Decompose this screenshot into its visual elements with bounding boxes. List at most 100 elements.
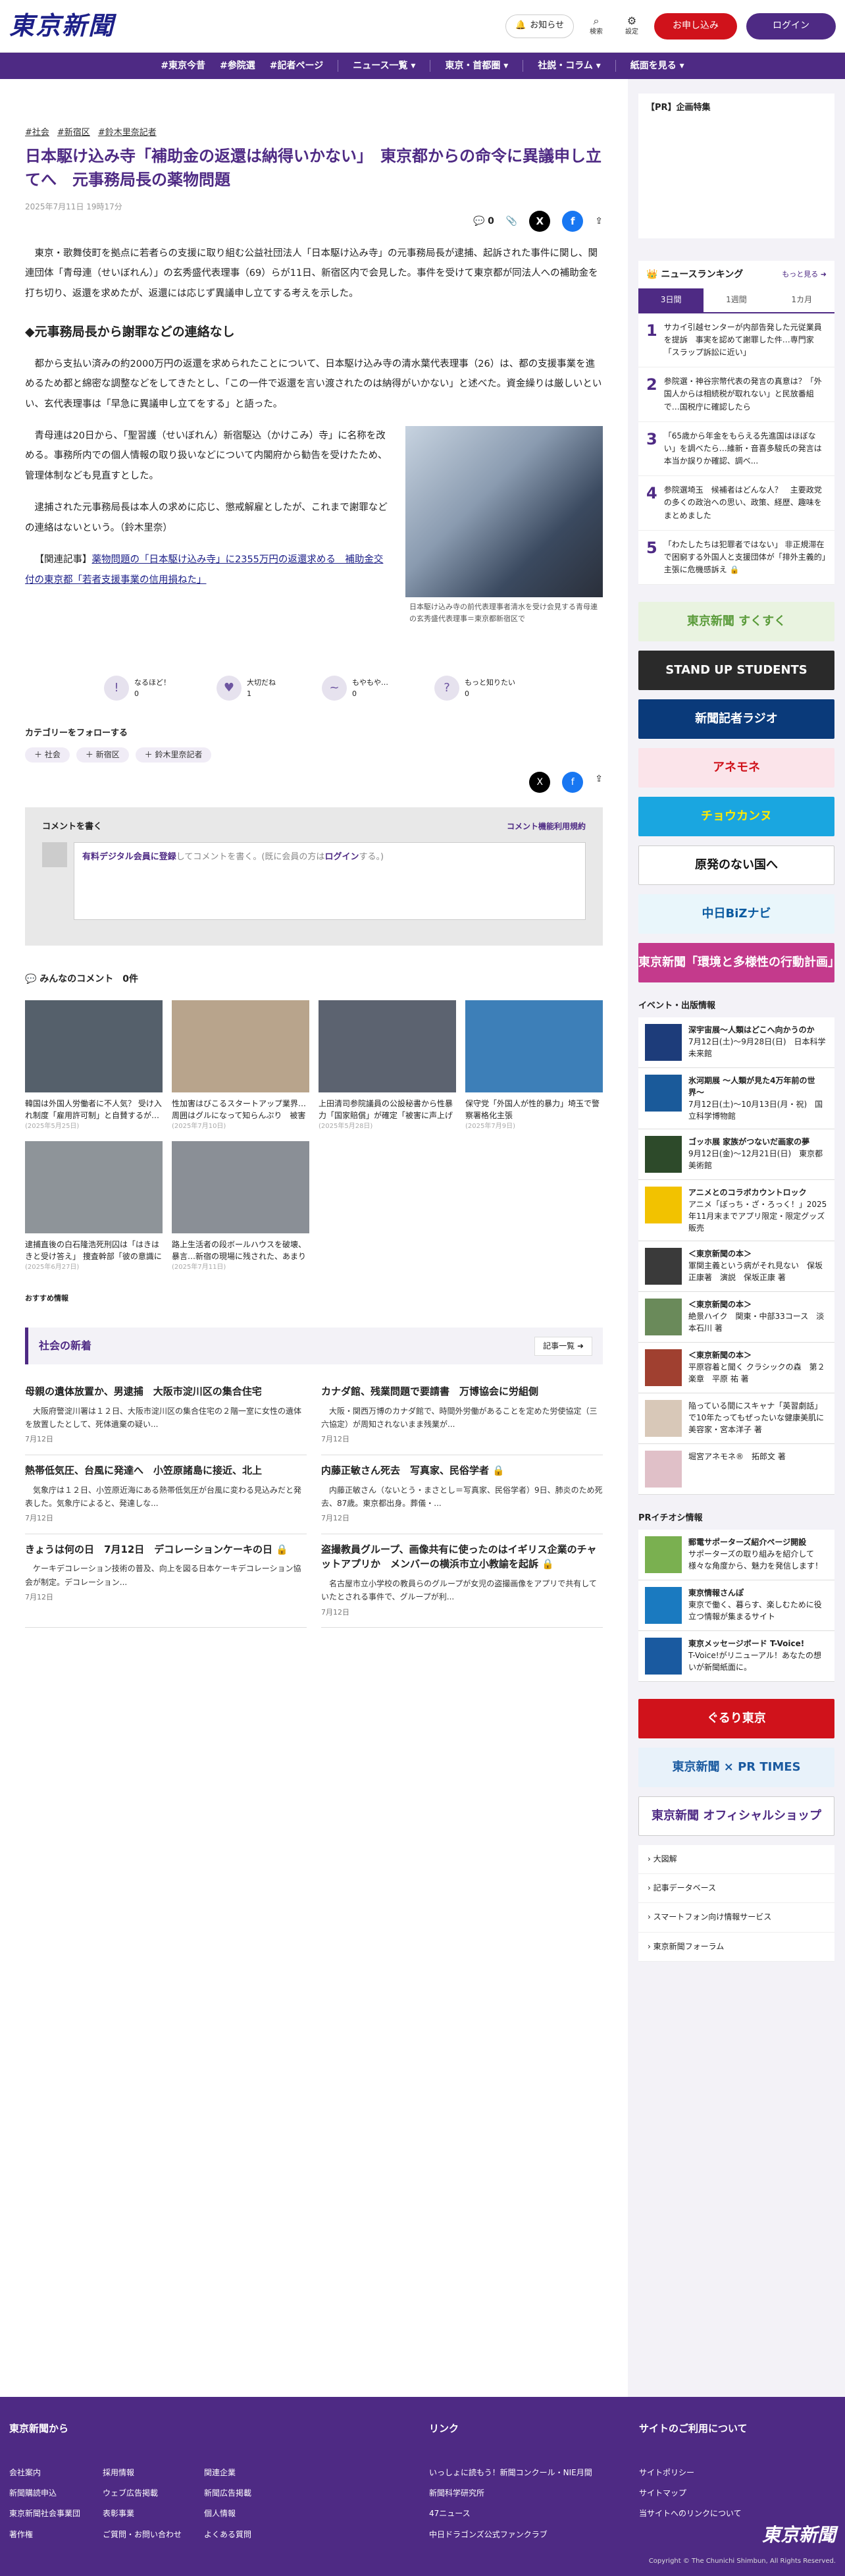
footer-link[interactable]: いっしょに読もう！新聞コンクール・NIE月間 <box>429 2463 592 2483</box>
comment-card[interactable]: 保守党「外国人が性的暴力」埼玉で警察署格化主張 (2025年7月9日) <box>465 1000 603 1132</box>
footer-link[interactable]: 中日ドラゴンズ公式ファンクラブ <box>429 2525 592 2545</box>
footer-logo[interactable]: 東京新聞 <box>639 2521 836 2550</box>
comment-card[interactable]: 上田清司参院議員の公設秘書から性暴力「国家賠償」が確定「被害に声上げることがため… <box>319 1000 456 1132</box>
event-item[interactable]: ＜東京新聞の本＞ 軍関主義という病がそれ見ない 保坂正康著 演説 保坂正康 著 <box>638 1241 834 1293</box>
banner[interactable]: ぐるり東京 <box>638 1698 834 1738</box>
sidebar-link[interactable]: › 記事データベース <box>638 1874 834 1904</box>
footer-link[interactable]: 著作権 <box>9 2525 80 2545</box>
event-item[interactable]: 堀宮アネモネ® 拓郎文 著 <box>638 1444 834 1495</box>
news-item[interactable]: 熱帯低気圧、台風に発達へ 小笠原諸島に接近、北上 気象庁は１２日、小笠原近海にあ… <box>25 1455 307 1534</box>
nav-item[interactable]: 紙面を見る ▾ <box>630 59 684 73</box>
banner[interactable]: 東京新聞 オフィシャルショップ <box>638 1796 834 1836</box>
nav-item[interactable]: #参院選 <box>220 59 255 73</box>
event-item[interactable]: 東京情報さんぽ 東京で働く、暮らす、楽しむために役立つ情報が集まるサイト <box>638 1580 834 1631</box>
event-item[interactable]: ＜東京新聞の本＞ 絶景ハイク 関東・中部33コース 淡本石川 著 <box>638 1292 834 1343</box>
footer-link[interactable]: 47ニュース <box>429 2504 592 2524</box>
banner[interactable]: 中日BiZナビ <box>638 894 834 934</box>
settings-button[interactable]: ⚙ 設定 <box>619 14 645 38</box>
login-button[interactable]: ログイン <box>746 13 836 40</box>
subscribe-button[interactable]: お申し込み <box>654 13 737 40</box>
follow-chip[interactable]: ＋ 新宿区 <box>76 747 129 763</box>
event-item[interactable]: 東京メッセージボード T-Voice! T-Voice!がリニューアル！あなたの想… <box>638 1630 834 1682</box>
reaction-item[interactable]: ! なるほど！ 0 <box>104 676 170 701</box>
comment-textarea[interactable]: 有料デジタル会員に登録してコメントを書く。(既に会員の方はログインする。) <box>74 842 586 920</box>
sidebar-link[interactable]: › スマートフォン向け情報サービス <box>638 1903 834 1933</box>
footer-link[interactable]: 表彰事業 <box>103 2504 182 2524</box>
banner[interactable]: アネモネ <box>638 748 834 788</box>
tag-link[interactable]: #社会 <box>25 126 49 140</box>
footer-link[interactable]: 関連企業 <box>204 2463 251 2483</box>
banner[interactable]: 原発のない国へ <box>638 845 834 886</box>
reaction-item[interactable]: ~ もやもや… 0 <box>322 676 388 701</box>
tag-link[interactable]: #新宿区 <box>57 126 90 140</box>
event-item[interactable]: ＜東京新聞の本＞ 平原容着と聞く クラシックの森 第２楽章 平原 祐 著 <box>638 1343 834 1394</box>
follow-chip[interactable]: ＋ 社会 <box>25 747 70 763</box>
site-logo[interactable]: 東京新聞 <box>9 6 115 46</box>
news-item[interactable]: きょうは何の日 7月12日 デコレーションケーキの日 🔒 ケーキデコレーション技術… <box>25 1534 307 1628</box>
footer-link[interactable]: 当サイトへのリンクについて <box>639 2504 742 2524</box>
share-icon[interactable]: ⇪ <box>595 214 603 228</box>
event-item[interactable]: 陥っている間にスキャナ「英習劇話」で10年たってもぜったいな健康美肌に 美容家・… <box>638 1393 834 1445</box>
share-icon[interactable]: ⇪ <box>595 772 603 793</box>
facebook-share-icon[interactable]: f <box>562 210 584 232</box>
footer-link[interactable]: 個人情報 <box>204 2504 251 2524</box>
ranking-item[interactable]: 5 「わたしたちは犯罪者ではない」 非正規滞在で困窮する外国人と支援団体が「排外主… <box>638 531 834 585</box>
comment-rules-link[interactable]: コメント機能利用規約 <box>507 820 586 834</box>
comment-card[interactable]: 逮捕直後の白石隆浩死刑囚は「はきはきと受け答え」 捜査幹部「彼の意識に未練が…よ… <box>25 1140 163 1273</box>
ranking-item[interactable]: 2 参院選・神谷宗幣代表の発言の真意は？「外国人からは相続税が取れない」と民放番組… <box>638 367 834 422</box>
footer-link[interactable]: よくある質問 <box>204 2525 251 2545</box>
banner[interactable]: 東京新聞 すくすく <box>638 602 834 642</box>
banner[interactable]: STAND UP STUDENTS <box>638 651 834 691</box>
search-button[interactable]: ⌕ 検索 <box>583 14 609 38</box>
news-item[interactable]: カナダ館、残業問題で要請書 万博協会に労組側 大阪・関西万博のカナダ館で、時間外… <box>321 1376 603 1456</box>
comment-card[interactable]: 路上生活者の段ボールハウスを破壊、暴言…新宿の現場に残された、あまりの非道と「や… <box>172 1140 309 1273</box>
banner[interactable]: 東京新聞「環境と多様性の行動計画」 <box>638 943 834 983</box>
sidebar-link[interactable]: › 大図解 <box>638 1845 834 1875</box>
footer-link[interactable]: サイトポリシー <box>639 2463 742 2483</box>
reaction-item[interactable]: ♥ 大切だね 1 <box>217 676 276 701</box>
footer-link[interactable]: 新聞購読申込 <box>9 2483 80 2504</box>
nav-item[interactable]: 東京・首都圏 ▾ <box>445 59 508 73</box>
facebook-share-icon[interactable]: f <box>562 772 584 793</box>
ranking-item[interactable]: 3 「65歳から年金をもらえる先進国はほぼない」を調べたら…維新・音喜多駿氏の発言… <box>638 422 834 477</box>
event-item[interactable]: 郵電サポーターズ紹介ページ開設 サポーターズの取り組みを紹介して様々な角度から、魅… <box>638 1529 834 1580</box>
news-item[interactable]: 内藤正敏さん死去 写真家、民俗学者 🔒 内藤正敏さん（ないとう・まさとし＝写真家、… <box>321 1455 603 1534</box>
notice-button[interactable]: 🔔 お知らせ <box>505 14 574 38</box>
comment-count[interactable]: 💬 0 <box>473 214 494 228</box>
follow-chip[interactable]: ＋ 鈴木里奈記者 <box>135 747 212 763</box>
x-share-icon[interactable]: X <box>529 772 551 793</box>
ranking-tab[interactable]: 1週間 <box>704 288 769 311</box>
nav-item[interactable]: 社説・コラム ▾ <box>538 59 600 73</box>
event-item[interactable]: 深宇宙展〜人類はどこへ向かうのか 7月12日(土)〜9月28日(日) 日本科学未来… <box>638 1017 834 1069</box>
footer-link[interactable]: 採用情報 <box>103 2463 182 2483</box>
nav-item[interactable]: #記者ページ <box>270 59 323 73</box>
footer-link[interactable]: 新聞広告掲載 <box>204 2483 251 2504</box>
reaction-item[interactable]: ? もっと知りたい 0 <box>434 676 515 701</box>
news-item[interactable]: 母親の遺体放置か、男逮捕 大阪市淀川区の集合住宅 大阪府警淀川署は１２日、大阪市… <box>25 1376 307 1456</box>
x-share-icon[interactable]: X <box>529 210 551 232</box>
tag-link[interactable]: #鈴木里奈記者 <box>98 126 157 140</box>
footer-link[interactable]: 新聞科学研究所 <box>429 2483 592 2504</box>
ranking-item[interactable]: 1 サカイ引越センターが内部告発した元従業員を提訴 事実を認めて謝罪した件…専門家… <box>638 313 834 368</box>
nav-item[interactable]: #東京今昔 <box>161 59 205 73</box>
footer-link[interactable]: ウェブ広告掲載 <box>103 2483 182 2504</box>
news-item[interactable]: 盗撮教員グループ、画像共有に使ったのはイギリス企業のチャットアプリか メンバーの… <box>321 1534 603 1628</box>
event-item[interactable]: 氷河期展 〜人類が見た4万年前の世界〜 7月12日(土)〜10月13日(月・祝) … <box>638 1068 834 1130</box>
ranking-tab[interactable]: 3日間 <box>638 288 704 312</box>
banner[interactable]: 新聞記者ラジオ <box>638 699 834 739</box>
comment-card[interactable]: 韓国は外国人労働者に不人気？ 受け入れ制度「雇用許可制」と自賛するが…16万50… <box>25 1000 163 1132</box>
event-item[interactable]: ゴッホ展 家族がつないだ画家の夢 9月12日(金)〜12月21日(日) 東京都美術… <box>638 1129 834 1181</box>
banner[interactable]: 東京新聞 × PR TIMES <box>638 1747 834 1787</box>
ranking-more-link[interactable]: もっと見る ➜ <box>782 269 827 281</box>
footer-link[interactable]: ご質問・お問い合わせ <box>103 2525 182 2545</box>
sidebar-link[interactable]: › 東京新聞フォーラム <box>638 1933 834 1962</box>
section-more-link[interactable]: 記事一覧 ➜ <box>534 1336 592 1356</box>
event-item[interactable]: アニメとのコラボカウントロック アニメ「ぼっち・ざ・ろっく！」2025年11月末ま… <box>638 1180 834 1242</box>
footer-link[interactable]: 会社案内 <box>9 2463 80 2483</box>
ranking-tab[interactable]: 1カ月 <box>769 288 834 311</box>
article-photo[interactable]: 日本駆け込み寺の前代表理事者清水を受け会見する青母連の玄秀盛代表理事＝東京都新宿… <box>405 426 603 629</box>
pr-feature-box[interactable]: 【PR】企画特集 <box>638 94 834 238</box>
banner[interactable]: チョウカンヌ <box>638 797 834 837</box>
footer-link[interactable]: 東京新聞社会事業団 <box>9 2504 80 2524</box>
comment-card[interactable]: 性加害はびこるスタートアップ業界…周囲はグルになって知らんぷり 被害にあい、改善… <box>172 1000 309 1132</box>
